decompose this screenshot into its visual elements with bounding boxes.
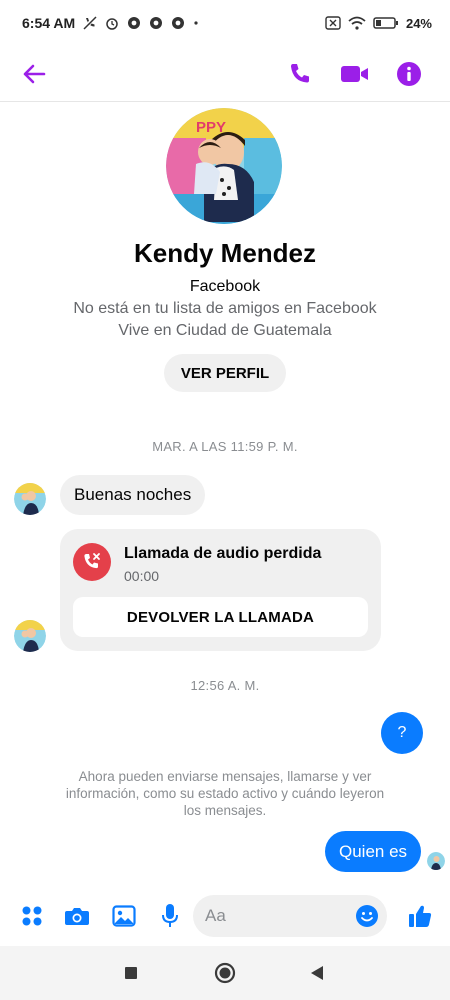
- sim-card-off-icon: [325, 16, 341, 30]
- callback-button[interactable]: DEVOLVER LA LLAMADA: [73, 597, 368, 637]
- more-actions-button[interactable]: [18, 902, 46, 930]
- conversation-info-button[interactable]: [393, 58, 425, 90]
- video-camera-icon: [341, 66, 368, 82]
- battery-percentage: 24%: [405, 15, 432, 31]
- alarm-icon: [106, 18, 118, 30]
- camera-icon: [65, 908, 89, 925]
- image-icon: [112, 905, 136, 927]
- sender-avatar-photo: [14, 483, 46, 515]
- camera-button[interactable]: [63, 902, 91, 930]
- wifi-icon: [348, 16, 366, 30]
- chrome-icon: [172, 17, 185, 29]
- more-notifications-dot-icon: [194, 21, 198, 25]
- system-navigation-bar: [0, 946, 450, 1000]
- friend-status: No está en tu lista de amigos en Faceboo…: [73, 300, 377, 317]
- grid-dots-icon: [22, 906, 42, 926]
- profile-photo: PPY: [166, 108, 282, 224]
- status-bar: 6:54 AM 24%: [0, 0, 450, 46]
- missed-call-duration: 00:00: [124, 568, 160, 584]
- recents-button[interactable]: [120, 962, 142, 984]
- notification-icons: [83, 16, 199, 30]
- sender-avatar[interactable]: [14, 483, 46, 515]
- sender-avatar-photo: [14, 620, 46, 652]
- contact-location: Vive en Ciudad de Guatemala: [118, 322, 332, 339]
- smiley-icon: [356, 905, 378, 927]
- back-button[interactable]: [18, 58, 50, 90]
- triangle-back-icon: [311, 966, 323, 980]
- square-icon: [125, 967, 137, 979]
- message-input-wrapper: [193, 895, 387, 937]
- emoji-button[interactable]: [355, 904, 379, 928]
- missed-call-icon: [73, 543, 111, 581]
- contact-name: Kendy Mendez: [133, 238, 317, 268]
- messaging-info-note: Ahora pueden enviarse mensajes, llamarse…: [65, 769, 385, 818]
- chrome-icon: [128, 17, 141, 29]
- like-button[interactable]: [406, 902, 434, 930]
- info-icon: [397, 62, 421, 86]
- video-call-button[interactable]: [339, 58, 371, 90]
- circle-icon: [214, 962, 236, 984]
- battery-icon: [373, 17, 398, 29]
- message-input[interactable]: [205, 895, 345, 937]
- missed-call-title: Llamada de audio perdida: [124, 545, 322, 562]
- mute-call-icon: [83, 16, 97, 30]
- outgoing-message[interactable]: ?: [381, 712, 423, 754]
- profile-avatar[interactable]: PPY: [166, 108, 282, 224]
- phone-icon: [291, 64, 309, 83]
- back-nav-button[interactable]: [306, 962, 328, 984]
- read-receipt-avatar: [427, 852, 445, 870]
- message-timestamp: 12:56 A. M.: [190, 678, 260, 693]
- status-time: 6:54 AM: [22, 15, 76, 31]
- missed-call-card[interactable]: Llamada de audio perdida 00:00 DEVOLVER …: [60, 529, 381, 651]
- microphone-icon: [162, 904, 178, 927]
- message-timestamp: MAR. A LAS 11:59 P. M.: [152, 439, 298, 454]
- sender-avatar[interactable]: [14, 620, 46, 652]
- chrome-icon: [150, 17, 163, 29]
- message-composer: [0, 890, 450, 942]
- gallery-button[interactable]: [110, 902, 138, 930]
- outgoing-message[interactable]: Quien es: [325, 831, 422, 872]
- home-button[interactable]: [214, 962, 236, 984]
- incoming-message[interactable]: Buenas noches: [60, 475, 206, 515]
- conversation-header: [0, 46, 450, 102]
- audio-call-button[interactable]: [283, 58, 315, 90]
- thumbs-up-icon: [409, 905, 432, 927]
- profile-source: Facebook: [189, 278, 261, 295]
- view-profile-button[interactable]: VER PERFIL: [164, 354, 286, 392]
- back-arrow-icon: [23, 64, 46, 84]
- voice-message-button[interactable]: [156, 902, 184, 930]
